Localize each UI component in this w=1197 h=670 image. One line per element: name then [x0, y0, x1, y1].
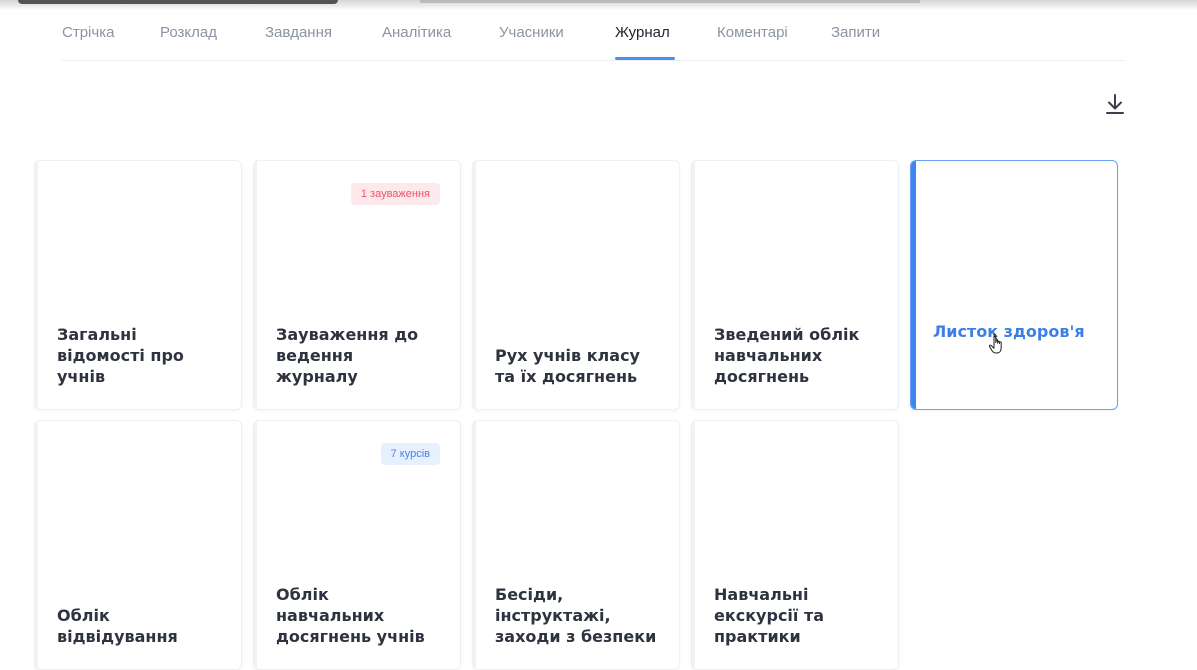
- tab-analytics[interactable]: Аналітика: [382, 24, 499, 60]
- card-title: Бесіди, інструктажі, заходи з безпеки: [495, 585, 657, 646]
- card-journal-remarks[interactable]: 1 зауваження Зауваження до ведення журна…: [253, 160, 461, 410]
- card-title: Рух учнів класу та їх досягнень: [495, 346, 640, 386]
- card-title: Листок здоров'я: [933, 322, 1085, 341]
- card-attendance[interactable]: Облік відвідування: [34, 420, 242, 670]
- tab-comments[interactable]: Коментарі: [717, 24, 831, 60]
- tab-participants[interactable]: Учасники: [499, 24, 615, 60]
- download-icon: [1106, 94, 1124, 114]
- card-title: Зведений облік навчальних досягнень: [714, 325, 860, 386]
- download-button[interactable]: [1104, 92, 1126, 116]
- banner-shadow: [18, 0, 338, 4]
- card-safety-briefings[interactable]: Бесіди, інструктажі, заходи з безпеки: [472, 420, 680, 670]
- tab-feed[interactable]: Стрічка: [62, 24, 160, 60]
- tab-tasks[interactable]: Завдання: [265, 24, 382, 60]
- remarks-badge: 1 зауваження: [350, 183, 440, 205]
- card-summary-achievements[interactable]: Зведений облік навчальних досягнень: [691, 160, 899, 410]
- card-student-movement[interactable]: Рух учнів класу та їх досягнень: [472, 160, 680, 410]
- card-health-sheet[interactable]: Листок здоров'я: [910, 160, 1118, 410]
- section-tabs: Стрічка Розклад Завдання Аналітика Учасн…: [62, 24, 891, 60]
- tab-schedule[interactable]: Розклад: [160, 24, 265, 60]
- card-title: Облік навчальних досягнень учнів: [276, 585, 425, 646]
- card-title: Зауваження до ведення журналу: [276, 325, 419, 386]
- card-title: Загальні відомості про учнів: [57, 325, 184, 386]
- tab-journal[interactable]: Журнал: [615, 24, 675, 60]
- top-banner-edge: [0, 0, 1197, 10]
- card-title: Навчальні екскурсії та практики: [714, 585, 825, 646]
- banner-shadow-2: [420, 0, 920, 3]
- card-excursions-practice[interactable]: Навчальні екскурсії та практики: [691, 420, 899, 670]
- tabs-divider: [62, 60, 1124, 61]
- card-general-info[interactable]: Загальні відомості про учнів: [34, 160, 242, 410]
- card-title: Облік відвідування: [57, 606, 178, 646]
- card-student-achievements[interactable]: 7 курсів Облік навчальних досягнень учні…: [253, 420, 461, 670]
- tab-requests[interactable]: Запити: [831, 24, 891, 60]
- courses-badge: 7 курсів: [380, 443, 440, 465]
